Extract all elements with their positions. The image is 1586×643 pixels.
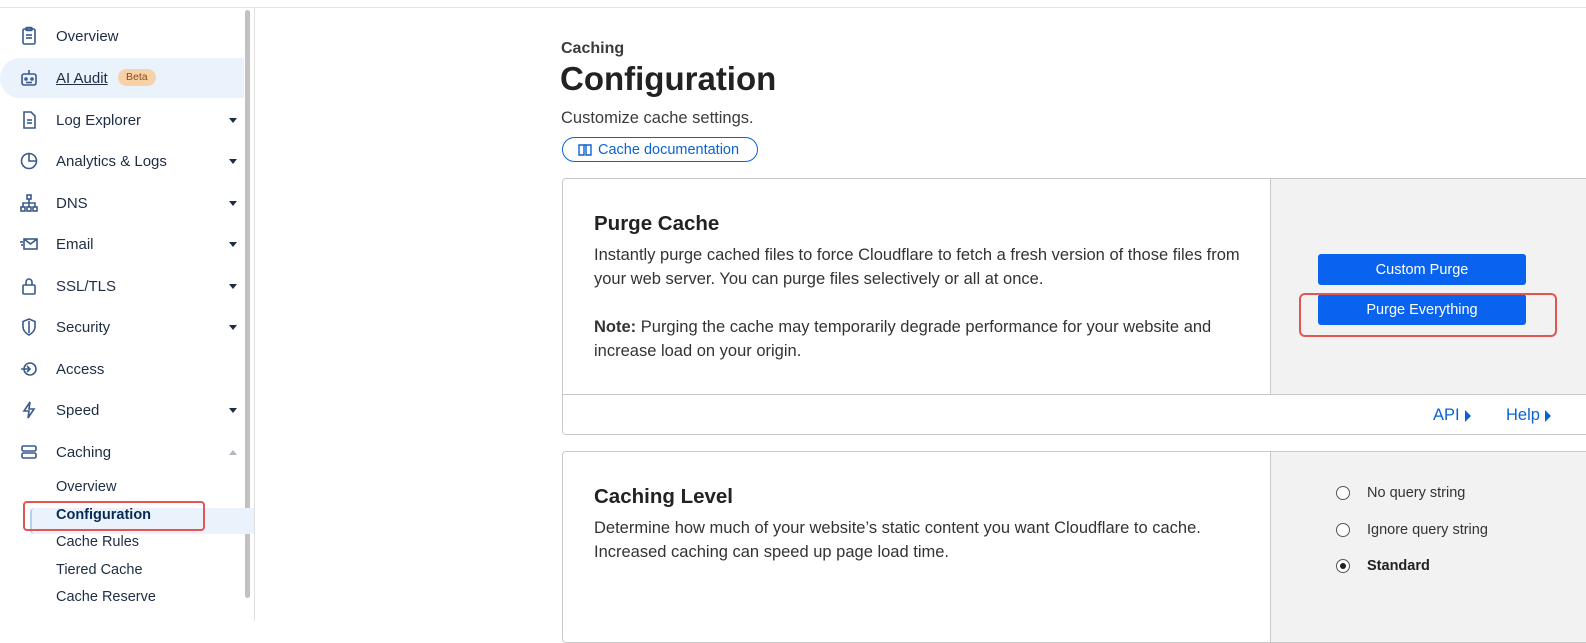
- sidebar-item-label: SSL/TLS: [56, 277, 117, 295]
- chevron-down-icon[interactable]: [229, 241, 237, 247]
- purge-cache-note: Note: Purging the cache may temporarily …: [594, 315, 1244, 363]
- sidebar-item-ai-audit[interactable]: AI Audit Beta: [0, 58, 244, 98]
- sidebar-subitem-cache-reserve[interactable]: Cache Reserve: [56, 589, 156, 605]
- highlight-box-purge-everything: [1299, 293, 1557, 337]
- lightning-icon: [18, 399, 40, 421]
- sidebar-item-overview[interactable]: Overview: [0, 16, 244, 56]
- radio-label: Standard: [1367, 558, 1430, 574]
- cache-documentation-link[interactable]: Cache documentation: [562, 137, 758, 162]
- sidebar-item-label: Speed: [56, 401, 100, 419]
- sidebar-item-label: DNS: [56, 194, 88, 212]
- sidebar-item-label: Overview: [56, 27, 119, 45]
- sidebar-item-caching[interactable]: Caching: [0, 432, 244, 472]
- chevron-down-icon[interactable]: [229, 158, 237, 164]
- book-icon: [578, 143, 592, 156]
- chevron-down-icon[interactable]: [229, 200, 237, 206]
- custom-purge-button[interactable]: Custom Purge: [1318, 254, 1526, 285]
- page-subtitle: Customize cache settings.: [561, 109, 754, 127]
- help-link-label: Help: [1506, 406, 1540, 424]
- radio-no-query-string[interactable]: No query string: [1336, 485, 1465, 501]
- card-action-panel: [1270, 452, 1586, 642]
- radio-button[interactable]: [1336, 523, 1350, 537]
- radio-button[interactable]: [1336, 486, 1350, 500]
- card-footer: API Help: [563, 394, 1586, 434]
- radio-button-selected[interactable]: [1336, 559, 1350, 573]
- caching-level-title: Caching Level: [594, 485, 733, 508]
- robot-icon: [18, 67, 40, 89]
- api-link[interactable]: API: [1433, 406, 1471, 425]
- caching-level-description: Determine how much of your website’s sta…: [594, 519, 1201, 561]
- beta-badge: Beta: [118, 69, 156, 86]
- help-link[interactable]: Help: [1506, 406, 1551, 425]
- caret-right-icon: [1464, 409, 1471, 422]
- note-label: Note:: [594, 318, 637, 336]
- shield-icon: [18, 316, 40, 338]
- sidebar-item-access[interactable]: Access: [0, 349, 244, 389]
- caching-level-card: Caching Level Determine how much of your…: [562, 451, 1586, 643]
- sidebar-subitem-cache-rules[interactable]: Cache Rules: [56, 534, 139, 550]
- storage-icon: [18, 441, 40, 463]
- chevron-down-icon[interactable]: [229, 407, 237, 413]
- sidebar-item-ssl-tls[interactable]: SSL/TLS: [0, 266, 244, 306]
- network-icon: [18, 192, 40, 214]
- sidebar-item-label: Access: [56, 360, 105, 378]
- doc-link-label: Cache documentation: [598, 141, 740, 158]
- radio-label: No query string: [1367, 485, 1466, 501]
- sidebar-item-speed[interactable]: Speed: [0, 390, 244, 430]
- access-icon: [18, 358, 40, 380]
- api-link-label: API: [1433, 406, 1460, 424]
- sidebar-item-label: AI Audit: [56, 69, 108, 87]
- radio-label: Ignore query string: [1367, 522, 1488, 538]
- radio-standard[interactable]: Standard: [1336, 558, 1430, 574]
- breadcrumb[interactable]: Caching: [561, 40, 624, 58]
- chevron-up-icon[interactable]: [229, 449, 237, 455]
- sidebar-item-label: Log Explorer: [56, 111, 142, 129]
- radio-ignore-query-string[interactable]: Ignore query string: [1336, 522, 1488, 538]
- highlight-box-configuration: [23, 501, 205, 531]
- sidebar-item-label: Analytics & Logs: [56, 152, 167, 170]
- sidebar-item-label: Caching: [56, 443, 112, 461]
- log-file-icon: [18, 109, 40, 131]
- chevron-down-icon[interactable]: [229, 283, 237, 289]
- caret-right-icon: [1544, 409, 1551, 422]
- sidebar-item-analytics-logs[interactable]: Analytics & Logs: [0, 141, 244, 181]
- sidebar-item-email[interactable]: Email: [0, 224, 244, 264]
- purge-cache-description: Instantly purge cached files to force Cl…: [594, 246, 1240, 288]
- lock-icon: [18, 275, 40, 297]
- sidebar-item-log-explorer[interactable]: Log Explorer: [0, 100, 244, 140]
- email-icon: [18, 233, 40, 255]
- chevron-down-icon[interactable]: [229, 324, 237, 330]
- purge-cache-title: Purge Cache: [594, 212, 720, 235]
- sidebar-item-security[interactable]: Security: [0, 307, 244, 347]
- sidebar-item-label: Email: [56, 235, 94, 253]
- sidebar-subitem-tiered-cache[interactable]: Tiered Cache: [56, 562, 143, 578]
- note-text: Purging the cache may temporarily degrad…: [594, 318, 1212, 360]
- page-title: Configuration: [560, 60, 777, 97]
- sidebar-item-label: Security: [56, 318, 111, 336]
- sidebar-item-dns[interactable]: DNS: [0, 183, 244, 223]
- clipboard-icon: [18, 25, 40, 47]
- chevron-down-icon[interactable]: [229, 117, 237, 123]
- sidebar-subitem-overview[interactable]: Overview: [56, 479, 116, 495]
- pie-chart-icon: [18, 150, 40, 172]
